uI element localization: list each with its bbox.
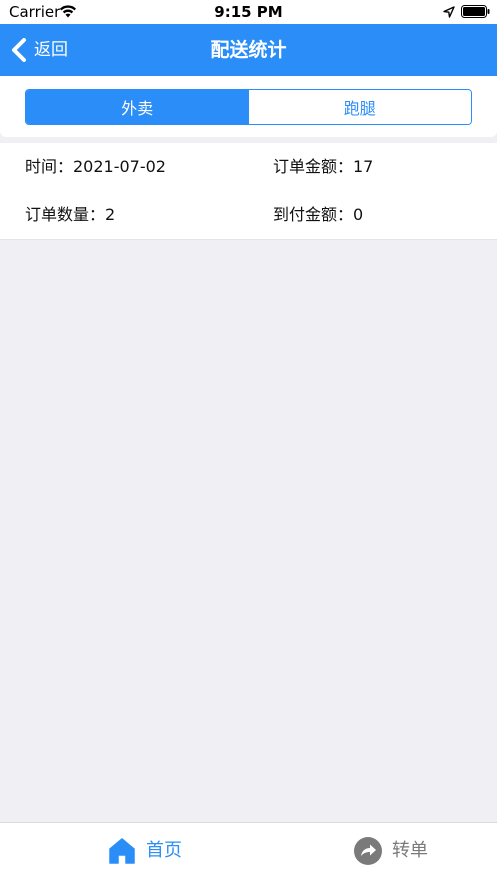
- segment-errand[interactable]: 跑腿: [248, 90, 471, 124]
- stat-cod-amount: 到付金额：0: [273, 205, 364, 224]
- segment-control: 外卖 跑腿: [25, 89, 472, 125]
- stat-date: 时间：2021-07-02: [25, 157, 166, 176]
- stat-order-amount: 订单金额：17: [273, 157, 374, 176]
- tab-transfer-label: 转单: [392, 840, 428, 861]
- tab-home-label: 首页: [146, 840, 182, 861]
- tab-bar: 首页 转单: [0, 822, 497, 884]
- status-time: 9:15 PM: [214, 3, 283, 21]
- segment-panel: 外卖 跑腿: [0, 76, 497, 137]
- status-bar: Carrier 9:15 PM: [0, 0, 497, 24]
- battery-icon: [461, 5, 490, 18]
- page-title: 配送统计: [210, 39, 287, 61]
- stats-panel: 时间：2021-07-02 订单金额：17 订单数量：2 到付金额：0: [0, 143, 497, 240]
- tab-home[interactable]: 首页: [108, 835, 182, 867]
- segment-takeout[interactable]: 外卖: [26, 90, 249, 124]
- tab-transfer[interactable]: 转单: [354, 835, 428, 867]
- location-arrow-icon: [443, 6, 455, 18]
- stat-order-count: 订单数量：2: [25, 205, 116, 224]
- home-icon: [109, 838, 135, 864]
- nav-bar: 返回 配送统计: [0, 24, 497, 76]
- share-arrow-icon: [354, 837, 382, 865]
